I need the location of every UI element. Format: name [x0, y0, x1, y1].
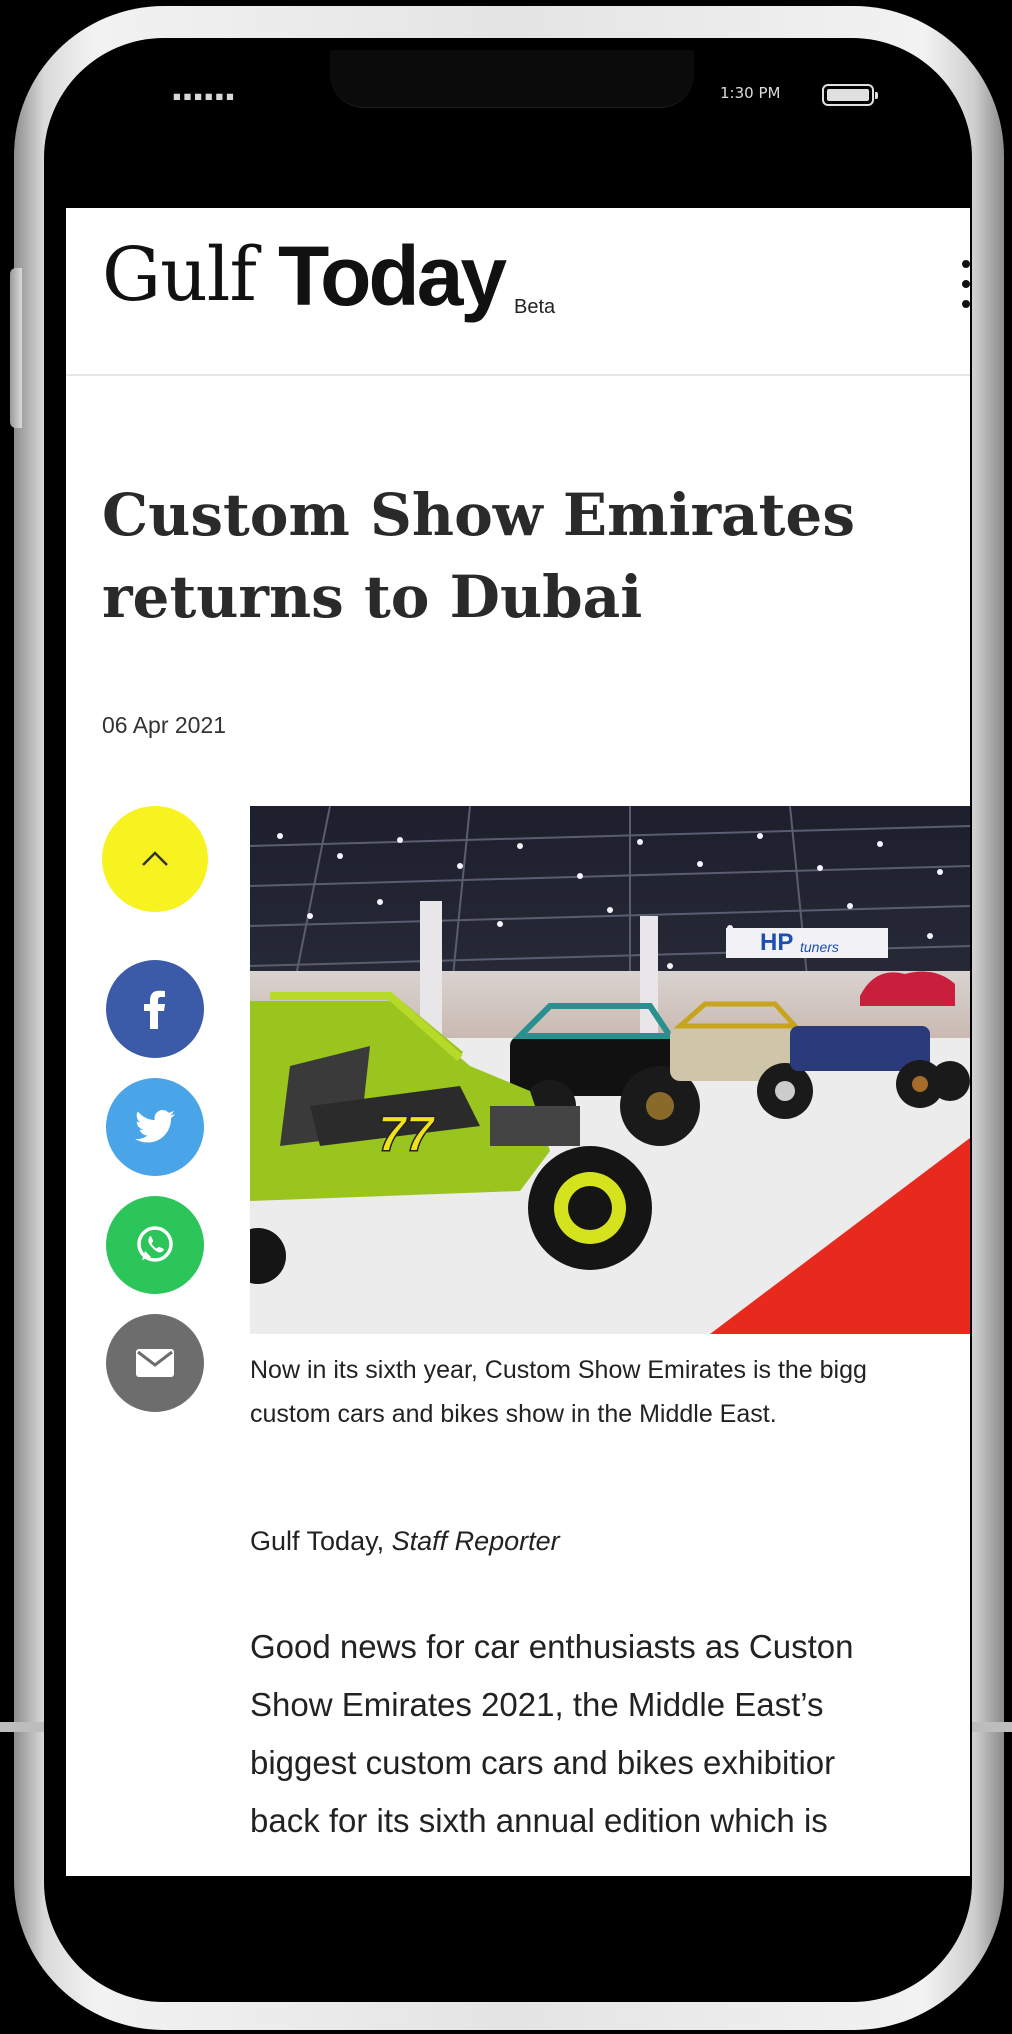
byline-role: Staff Reporter: [391, 1526, 560, 1556]
facebook-icon: [144, 990, 165, 1029]
kebab-menu-icon[interactable]: [962, 260, 970, 320]
status-time: 1:30 PM: [720, 84, 781, 102]
logo-gulf-text: Gulf: [102, 232, 257, 318]
car-number-text: 77: [378, 1106, 436, 1162]
site-header: Gulf Today Beta: [66, 208, 970, 376]
share-email-button[interactable]: [106, 1314, 204, 1412]
share-twitter-button[interactable]: [106, 1078, 204, 1176]
hp-banner-subtext: tuners: [800, 939, 839, 955]
byline-org: Gulf Today,: [250, 1526, 392, 1556]
battery-icon: [822, 84, 878, 106]
logo-beta-badge: Beta: [514, 296, 556, 318]
chevron-up-icon: [142, 851, 168, 866]
article-date: 06 Apr 2021: [102, 712, 227, 738]
browser-screen: Gulf Today Beta Custom Show Emirates ret…: [66, 208, 970, 1876]
share-facebook-button[interactable]: [106, 960, 204, 1058]
phone-side-button: [10, 268, 22, 428]
antenna-band-right: [972, 1722, 1012, 1732]
photo-caption: Now in its sixth year, Custom Show Emira…: [250, 1348, 970, 1436]
body-paragraph-line: Show Emirates 2021, the Middle East’s: [250, 1686, 824, 1723]
body-paragraph-line: biggest custom cars and bikes exhibitior: [250, 1744, 836, 1781]
whatsapp-icon: [137, 1226, 173, 1262]
article-body: Good news for car enthusiasts as Custon …: [250, 1618, 970, 1850]
signal-indicator: ▪▪▪▪▪▪: [172, 86, 236, 105]
photo-caption-line1: Now in its sixth year, Custom Show Emira…: [250, 1356, 867, 1384]
car-show-photo: HP tuners 77: [250, 806, 970, 1334]
phone-notch: [330, 50, 694, 108]
body-paragraph-line: back for its sixth annual edition which …: [250, 1802, 828, 1839]
share-whatsapp-button[interactable]: [106, 1196, 204, 1294]
article-title-line2: returns to Dubai: [102, 563, 643, 631]
article-photo[interactable]: HP tuners 77: [250, 806, 970, 1334]
article-byline: Gulf Today, Staff Reporter: [250, 1526, 560, 1557]
body-paragraph-line: Good news for car enthusiasts as Custon: [250, 1628, 854, 1665]
mail-icon: [136, 1349, 174, 1377]
twitter-icon: [135, 1110, 175, 1143]
hp-banner-text: HP: [760, 929, 793, 956]
photo-caption-line2: custom cars and bikes show in the Middle…: [250, 1400, 777, 1428]
logo-today-text: Today: [278, 229, 507, 323]
article-title-line1: Custom Show Emirates: [102, 481, 855, 549]
scroll-top-button[interactable]: [102, 806, 208, 912]
article-title: Custom Show Emirates returns to Dubai: [102, 474, 952, 638]
